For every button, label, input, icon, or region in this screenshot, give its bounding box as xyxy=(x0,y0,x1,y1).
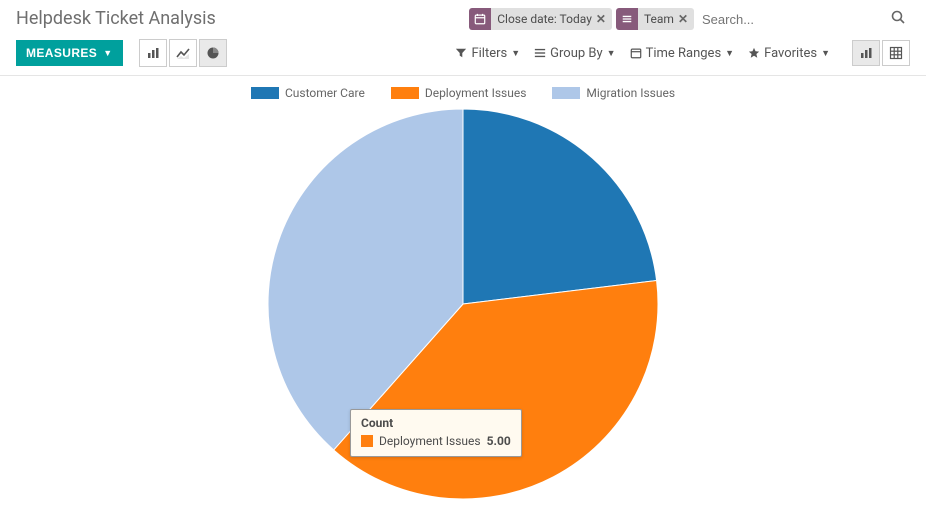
caret-down-icon: ▼ xyxy=(607,48,616,59)
chart-tooltip: Count Deployment Issues 5.00 xyxy=(350,409,522,457)
line-chart-button[interactable] xyxy=(169,39,197,67)
favorites-label: Favorites xyxy=(764,46,817,61)
legend-label: Customer Care xyxy=(285,86,365,100)
legend-label: Migration Issues xyxy=(586,86,675,100)
measures-label: MEASURES xyxy=(26,46,97,60)
bar-chart-icon xyxy=(859,46,873,60)
measures-button[interactable]: MEASURES ▼ xyxy=(16,40,123,66)
calendar-icon xyxy=(630,47,642,59)
color-swatch xyxy=(361,435,373,447)
chart-legend: Customer Care Deployment Issues Migratio… xyxy=(0,76,926,104)
search-facet-team[interactable]: Team ✕ xyxy=(616,8,694,30)
filters-label: Filters xyxy=(471,46,507,61)
list-icon xyxy=(534,47,546,59)
color-swatch xyxy=(251,87,279,99)
bar-chart-icon xyxy=(146,46,160,60)
search-bar[interactable]: Close date: Today ✕ Team ✕ xyxy=(469,8,910,31)
search-icon[interactable] xyxy=(886,9,910,29)
facet-label: Team xyxy=(644,12,674,26)
close-icon[interactable]: ✕ xyxy=(678,12,688,26)
color-swatch xyxy=(391,87,419,99)
pie-chart-icon xyxy=(206,46,220,60)
tooltip-series-label: Deployment Issues xyxy=(379,434,481,448)
tooltip-title: Count xyxy=(361,416,511,430)
legend-item-customer-care[interactable]: Customer Care xyxy=(251,86,365,100)
caret-down-icon: ▼ xyxy=(511,48,520,59)
search-facet-close-date[interactable]: Close date: Today ✕ xyxy=(469,8,612,30)
page-title: Helpdesk Ticket Analysis xyxy=(16,8,216,29)
star-icon xyxy=(748,47,760,59)
line-chart-icon xyxy=(176,46,190,60)
favorites-dropdown[interactable]: Favorites ▼ xyxy=(748,46,830,61)
funnel-icon xyxy=(455,47,467,59)
legend-label: Deployment Issues xyxy=(425,86,527,100)
caret-down-icon: ▼ xyxy=(821,48,830,59)
bar-chart-button[interactable] xyxy=(139,39,167,67)
calendar-icon xyxy=(469,8,491,30)
timeranges-dropdown[interactable]: Time Ranges ▼ xyxy=(630,46,735,61)
legend-item-deployment-issues[interactable]: Deployment Issues xyxy=(391,86,527,100)
pivot-view-button[interactable] xyxy=(882,40,910,66)
color-swatch xyxy=(552,87,580,99)
groupby-label: Group By xyxy=(550,46,603,61)
pie-slice[interactable] xyxy=(463,109,657,304)
tooltip-value: 5.00 xyxy=(487,434,511,448)
grid-icon xyxy=(889,46,903,60)
timeranges-label: Time Ranges xyxy=(646,46,722,61)
caret-down-icon: ▼ xyxy=(103,48,112,58)
caret-down-icon: ▼ xyxy=(725,48,734,59)
filters-dropdown[interactable]: Filters ▼ xyxy=(455,46,520,61)
search-input[interactable] xyxy=(698,10,882,29)
groupby-dropdown[interactable]: Group By ▼ xyxy=(534,46,615,61)
graph-view-button[interactable] xyxy=(852,40,880,66)
close-icon[interactable]: ✕ xyxy=(596,12,606,26)
pie-chart-button[interactable] xyxy=(199,39,227,67)
legend-item-migration-issues[interactable]: Migration Issues xyxy=(552,86,675,100)
facet-label: Close date: Today xyxy=(497,12,592,26)
list-icon xyxy=(616,8,638,30)
